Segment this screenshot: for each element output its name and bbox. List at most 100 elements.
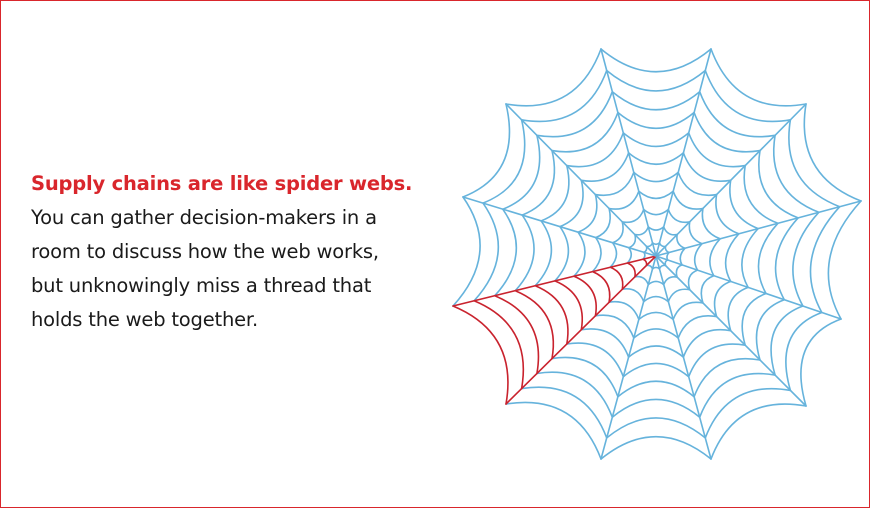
headline: Supply chains are like spider webs. <box>31 172 413 195</box>
web-thread <box>622 362 690 378</box>
web-thread <box>462 103 511 198</box>
web-thread <box>611 90 701 111</box>
web-thread <box>611 221 624 244</box>
web-thread <box>452 196 481 307</box>
web-thread <box>693 242 703 271</box>
web-spoke <box>655 255 842 320</box>
web-thread <box>743 164 779 225</box>
web-thread <box>741 292 767 346</box>
web-thread <box>715 193 740 235</box>
web-thread <box>638 190 674 200</box>
web-thread <box>536 371 614 418</box>
web-thread <box>687 132 746 168</box>
web-thread <box>626 246 632 264</box>
web-thread-highlighted <box>573 275 597 317</box>
web-thread <box>633 171 679 183</box>
web-thread <box>682 329 732 358</box>
web-thread-highlighted <box>534 284 569 345</box>
web-thread <box>634 275 650 286</box>
web-thread <box>605 417 707 439</box>
web-thread <box>688 221 703 245</box>
web-spoke <box>655 255 807 407</box>
web-thread <box>729 179 759 230</box>
web-thread <box>573 231 586 277</box>
web-thread <box>628 233 637 249</box>
web-thread <box>677 315 718 339</box>
web-thread <box>709 238 721 277</box>
web-thread <box>645 242 654 248</box>
web-thread <box>698 372 776 418</box>
web-thread <box>675 264 683 278</box>
web-thread <box>580 328 630 358</box>
web-thread <box>803 103 862 202</box>
text-block: Supply chains are like spider webs. You … <box>31 167 441 337</box>
web-spoke-highlighted <box>505 255 657 405</box>
web-thread <box>534 220 553 287</box>
web-spoke <box>655 200 862 257</box>
web-thread-highlighted <box>609 266 624 290</box>
web-thread <box>621 208 645 224</box>
web-thread <box>591 236 602 273</box>
web-thread <box>577 193 598 233</box>
web-spoke <box>600 255 657 460</box>
web-thread <box>773 134 820 214</box>
web-thread <box>682 152 732 182</box>
web-thread <box>662 276 678 286</box>
web-thread <box>809 205 841 314</box>
web-spoke <box>655 103 807 257</box>
web-thread <box>594 207 611 239</box>
web-thread <box>724 233 740 283</box>
web-thread <box>700 274 715 304</box>
web-thread <box>647 226 665 231</box>
web-thread <box>687 343 746 378</box>
web-thread <box>800 318 842 407</box>
web-thread <box>609 242 618 268</box>
web-thread <box>621 288 645 303</box>
web-thread <box>617 111 695 130</box>
web-thread <box>600 48 712 73</box>
web-thread <box>645 264 654 270</box>
web-thread <box>710 403 807 460</box>
web-thread <box>473 202 500 302</box>
web-thread <box>727 286 749 332</box>
web-thread <box>554 225 570 282</box>
web-thread <box>741 227 759 289</box>
web-thread <box>792 211 820 307</box>
body-text: You can gather decision-makers in a room… <box>31 206 379 331</box>
web-thread <box>600 435 712 460</box>
web-thread <box>687 269 699 291</box>
web-thread <box>642 295 670 303</box>
web-thread <box>566 342 625 378</box>
web-thread <box>679 247 686 266</box>
web-spoke <box>655 48 712 257</box>
web-thread <box>698 90 776 138</box>
web-thread <box>594 171 635 197</box>
web-thread <box>605 69 707 92</box>
web-thread <box>677 171 718 197</box>
web-thread-highlighted <box>494 294 540 375</box>
web-thread <box>667 288 691 303</box>
web-thread <box>627 152 685 165</box>
web-thread-highlighted <box>554 280 583 331</box>
web-thread <box>514 214 535 292</box>
web-thread <box>627 345 685 358</box>
web-thread <box>785 311 823 392</box>
card-frame: Supply chains are like spider webs. You … <box>0 0 870 508</box>
web-thread <box>647 280 665 286</box>
web-thread <box>566 132 625 168</box>
web-thread-highlighted <box>626 262 636 278</box>
web-thread-highlighted <box>452 305 509 405</box>
web-thread <box>505 48 602 107</box>
web-thread <box>757 222 779 295</box>
web-thread <box>536 90 614 138</box>
web-thread <box>521 149 556 216</box>
web-thread <box>827 200 862 320</box>
web-thread <box>633 328 679 339</box>
web-thread <box>667 208 691 224</box>
web-thread <box>710 48 807 107</box>
web-thread <box>505 401 602 460</box>
web-thread <box>676 233 686 250</box>
web-thread <box>664 245 670 254</box>
web-thread <box>662 226 678 236</box>
spider-web-icon <box>452 48 862 460</box>
